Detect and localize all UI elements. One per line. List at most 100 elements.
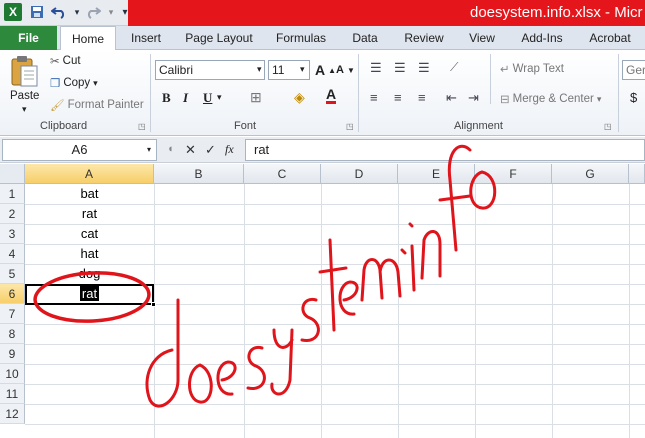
ribbon-divider xyxy=(490,54,491,104)
orientation-icon[interactable]: ⟋ xyxy=(450,60,458,75)
merge-icon: ⊟ xyxy=(500,94,510,106)
format-painter-button[interactable]: 🖌 Format Painter xyxy=(50,98,144,112)
cell-a5[interactable]: dog xyxy=(26,264,153,284)
name-box[interactable]: A6 xyxy=(2,139,157,161)
underline-icon[interactable]: U xyxy=(203,90,212,106)
row-header[interactable]: 5 xyxy=(0,264,25,284)
gridline xyxy=(321,184,322,438)
gridline xyxy=(398,184,399,438)
worksheet-grid[interactable]: A B C D E F G 1 2 3 4 5 6 7 8 9 10 11 12… xyxy=(0,164,645,438)
tab-formulas[interactable]: Formulas xyxy=(268,26,334,50)
tab-view[interactable]: View xyxy=(460,26,504,50)
grow-font-icon[interactable]: A ▲ xyxy=(315,62,336,78)
name-box-dropdown-icon[interactable]: ▾ xyxy=(147,145,151,154)
cell-a2[interactable]: rat xyxy=(26,204,153,224)
undo-icon[interactable] xyxy=(50,3,68,21)
select-all-corner[interactable] xyxy=(0,164,25,184)
cell-a4[interactable]: hat xyxy=(26,244,153,264)
row-header[interactable]: 12 xyxy=(0,404,25,424)
tab-data[interactable]: Data xyxy=(342,26,388,50)
align-center-icon[interactable]: ≡ xyxy=(394,90,402,105)
decrease-indent-icon[interactable]: ⇤ xyxy=(446,90,457,106)
insert-function-icon[interactable]: fx xyxy=(225,142,234,157)
column-header-a[interactable]: A xyxy=(25,164,154,184)
row-header[interactable]: 9 xyxy=(0,344,25,364)
window-title: doesystem.info.xlsx - Micr xyxy=(470,4,643,21)
borders-icon[interactable]: ⊞ xyxy=(250,89,262,106)
redo-icon[interactable] xyxy=(84,3,102,21)
cell-a3[interactable]: cat xyxy=(26,224,153,244)
title-bar: X ▾ ▾ ▾ doesystem.info.xlsx - Micr xyxy=(0,0,645,26)
copy-button[interactable]: ❐ Copy ▾ xyxy=(50,76,98,90)
row-header[interactable]: 6 xyxy=(0,284,25,304)
formula-bar: A6 ▾ ◖ ✕ ✓ fx rat xyxy=(0,137,645,163)
excel-app-icon[interactable]: X xyxy=(4,3,22,21)
clipboard-group-label: Clipboard xyxy=(40,120,88,132)
cancel-icon[interactable]: ✕ xyxy=(185,142,196,158)
alignment-group-label: Alignment xyxy=(454,120,503,132)
align-middle-icon[interactable]: ☰ xyxy=(394,60,406,76)
row-header[interactable]: 11 xyxy=(0,384,25,404)
save-icon[interactable] xyxy=(28,3,46,21)
column-header-b[interactable]: B xyxy=(154,164,244,184)
align-left-icon[interactable]: ≡ xyxy=(370,90,378,105)
bold-icon[interactable]: B xyxy=(162,90,171,106)
column-header-h[interactable] xyxy=(629,164,645,184)
tab-acrobat[interactable]: Acrobat xyxy=(580,26,640,50)
fill-handle[interactable] xyxy=(151,302,156,307)
align-top-icon[interactable]: ☰ xyxy=(370,60,382,76)
formula-input[interactable]: rat xyxy=(245,139,645,161)
formula-bar-handle-icon[interactable]: ◖ xyxy=(167,143,174,155)
row-header[interactable]: 1 xyxy=(0,184,25,204)
active-cell-outline[interactable] xyxy=(25,284,156,307)
increase-indent-icon[interactable]: ⇥ xyxy=(468,90,479,106)
gridline xyxy=(629,184,630,438)
tab-home[interactable]: Home xyxy=(60,26,116,51)
tab-review[interactable]: Review xyxy=(396,26,452,50)
merge-center-button[interactable]: ⊟ Merge & Center ▾ xyxy=(500,92,601,106)
column-header-f[interactable]: F xyxy=(475,164,552,184)
tab-page-layout[interactable]: Page Layout xyxy=(178,26,260,50)
font-name-box[interactable]: Calibri xyxy=(155,60,265,80)
paste-icon[interactable] xyxy=(8,54,40,92)
row-header[interactable]: 8 xyxy=(0,324,25,344)
shrink-font-icon[interactable]: A ▼ xyxy=(336,64,355,76)
font-name-dropdown-icon[interactable]: ▾ xyxy=(257,64,262,75)
font-color-icon[interactable]: A xyxy=(326,87,337,104)
alignment-launcher-icon[interactable]: ◳ xyxy=(604,122,612,131)
paste-dropdown-icon[interactable]: ▾ xyxy=(22,104,27,115)
row-header[interactable]: 2 xyxy=(0,204,25,224)
gridline xyxy=(244,184,245,438)
font-size-dropdown-icon[interactable]: ▾ xyxy=(300,64,305,75)
copy-icon: ❐ xyxy=(50,78,61,90)
column-header-d[interactable]: D xyxy=(321,164,398,184)
align-right-icon[interactable]: ≡ xyxy=(418,90,426,105)
column-header-e[interactable]: E xyxy=(398,164,475,184)
italic-icon[interactable]: I xyxy=(183,90,188,106)
number-format-box[interactable]: Ger xyxy=(622,60,645,80)
row-header[interactable]: 7 xyxy=(0,304,25,324)
enter-icon[interactable]: ✓ xyxy=(205,142,216,158)
row-header[interactable]: 3 xyxy=(0,224,25,244)
ribbon-home: Paste ▾ ✂ Cut ❐ Copy ▾ 🖌 Format Painter Clip… xyxy=(0,50,645,136)
cut-button[interactable]: ✂ Cut xyxy=(50,54,81,68)
font-group-label: Font xyxy=(234,120,257,132)
tab-file[interactable]: File xyxy=(0,26,57,50)
fill-color-icon[interactable]: ◈ xyxy=(294,89,305,106)
row-header[interactable]: 10 xyxy=(0,364,25,384)
ribbon-tabs: File Home Insert Page Layout Formulas Da… xyxy=(0,26,645,51)
align-bottom-icon[interactable]: ☰ xyxy=(418,60,430,76)
tab-add-ins[interactable]: Add-Ins xyxy=(512,26,572,50)
wrap-text-button[interactable]: ↵ Wrap Text xyxy=(500,62,564,76)
column-header-c[interactable]: C xyxy=(244,164,321,184)
column-header-g[interactable]: G xyxy=(552,164,629,184)
tab-insert[interactable]: Insert xyxy=(122,26,170,50)
row-header[interactable]: 4 xyxy=(0,244,25,264)
cell-a1[interactable]: bat xyxy=(26,184,153,204)
ribbon-divider xyxy=(618,54,619,132)
currency-icon[interactable]: $ xyxy=(630,90,637,105)
underline-dropdown-icon[interactable]: ▾ xyxy=(217,92,222,103)
font-launcher-icon[interactable]: ◳ xyxy=(346,122,354,131)
paste-button[interactable]: Paste xyxy=(10,90,39,102)
clipboard-launcher-icon[interactable]: ◳ xyxy=(138,122,146,131)
